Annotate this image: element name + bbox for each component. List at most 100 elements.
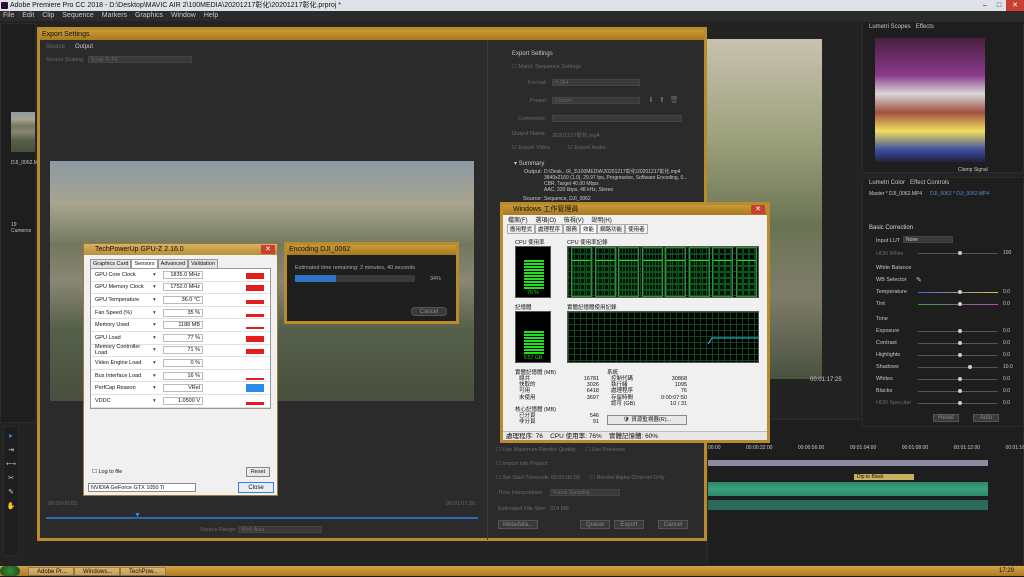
video-clip-track[interactable] xyxy=(708,460,988,466)
eyedropper-icon[interactable]: ✎ xyxy=(916,276,922,284)
sensor-dropdown-icon[interactable]: ▾ xyxy=(153,272,163,278)
whites-value[interactable]: 0.0 xyxy=(1003,376,1010,382)
output-name-link[interactable]: 20201217彰化.mp4 xyxy=(552,131,600,139)
timecode-start[interactable]: 00:00:00:03 xyxy=(48,501,77,507)
temperature-slider[interactable] xyxy=(918,290,998,294)
highlights-value[interactable]: 0.0 xyxy=(1003,352,1010,358)
close-button[interactable]: Close xyxy=(238,482,274,493)
tab-validation[interactable]: Validation xyxy=(188,259,218,268)
razor-tool-icon[interactable]: ✂ xyxy=(4,474,18,482)
export-scrubber[interactable] xyxy=(46,517,478,519)
audio-clip-track[interactable] xyxy=(708,482,988,496)
hdr-white-slider[interactable] xyxy=(918,251,998,255)
sensor-dropdown-icon[interactable]: ▾ xyxy=(153,297,163,303)
gpu-select[interactable]: NVIDIA GeForce GTX 1050 Ti xyxy=(88,483,196,492)
start-timecode-checkbox[interactable]: ☐ Set Start Timecode 00:00:00:00 xyxy=(496,475,580,481)
hdr-specular-value[interactable]: 0.0 xyxy=(1003,400,1010,406)
save-preset-icon[interactable]: ⬇ xyxy=(648,96,654,104)
tab-effect-controls[interactable]: Effect Controls xyxy=(910,180,949,186)
sensor-dropdown-icon[interactable]: ▾ xyxy=(153,360,163,366)
export-video-checkbox[interactable]: ☑ Export Video xyxy=(512,145,550,151)
tab-sensors[interactable]: Sensors xyxy=(131,259,158,268)
menu-file[interactable]: File xyxy=(3,12,14,19)
format-select[interactable]: H.264 xyxy=(552,79,640,86)
exposure-slider[interactable] xyxy=(918,329,998,333)
tab-users[interactable]: 使用者 xyxy=(625,224,648,234)
comments-input[interactable] xyxy=(552,115,682,122)
menu-markers[interactable]: Markers xyxy=(102,12,127,19)
blacks-slider[interactable] xyxy=(918,389,998,393)
menu-sequence[interactable]: Sequence xyxy=(62,12,94,19)
tab-performance[interactable]: 效能 xyxy=(580,224,598,234)
tab-effects[interactable]: Effects xyxy=(916,24,934,30)
shadows-value[interactable]: 10.0 xyxy=(1003,364,1013,370)
hdr-specular-slider[interactable] xyxy=(918,401,998,405)
tint-value[interactable]: 0.0 xyxy=(1003,301,1010,307)
auto-button[interactable]: Auto xyxy=(973,414,999,422)
pen-tool-icon[interactable]: ✎ xyxy=(4,488,18,496)
tint-slider[interactable] xyxy=(918,302,998,306)
delete-preset-icon[interactable]: 🗑 xyxy=(670,96,679,104)
queue-button[interactable]: Queue xyxy=(580,520,610,529)
menu-clip[interactable]: Clip xyxy=(42,12,54,19)
hdr-white-value[interactable]: 100 xyxy=(1003,250,1011,256)
metadata-button[interactable]: Metadata... xyxy=(498,520,538,529)
sensor-dropdown-icon[interactable]: ▾ xyxy=(153,347,163,353)
sensor-dropdown-icon[interactable]: ▾ xyxy=(153,335,163,341)
export-button[interactable]: Export xyxy=(614,520,644,529)
whites-slider[interactable] xyxy=(918,377,998,381)
start-button[interactable] xyxy=(0,566,20,576)
contrast-value[interactable]: 0.0 xyxy=(1003,340,1010,346)
tab-output[interactable]: Output xyxy=(75,44,93,50)
temperature-value[interactable]: 0.0 xyxy=(1003,289,1010,295)
sensor-dropdown-icon[interactable]: ▾ xyxy=(153,385,163,391)
tab-lumetri-color[interactable]: Lumetri Color xyxy=(869,180,905,186)
blacks-value[interactable]: 0.0 xyxy=(1003,388,1010,394)
tab-services[interactable]: 服務 xyxy=(563,224,581,234)
taskbar-item-task-manager[interactable]: Windows... xyxy=(74,567,120,576)
tab-networking[interactable]: 網路功能 xyxy=(597,224,626,234)
input-lut-select[interactable]: None xyxy=(903,236,953,243)
sensor-dropdown-icon[interactable]: ▾ xyxy=(153,284,163,290)
sensor-dropdown-icon[interactable]: ▾ xyxy=(153,310,163,316)
tab-source[interactable]: Source xyxy=(46,44,65,50)
sensor-dropdown-icon[interactable]: ▾ xyxy=(153,398,163,404)
log-to-file-checkbox[interactable]: ☐ Log to file xyxy=(92,469,122,475)
preset-select[interactable]: Custom xyxy=(552,97,640,104)
clip-thumbnail[interactable] xyxy=(11,112,35,152)
contrast-slider[interactable] xyxy=(918,341,998,345)
master-clip-label[interactable]: Master * DJI_0062.MP4 xyxy=(869,191,922,197)
tab-processes[interactable]: 處理程序 xyxy=(535,224,564,234)
sensor-dropdown-icon[interactable]: ▾ xyxy=(153,373,163,379)
timecode-end[interactable]: 00:01:07:20 xyxy=(446,501,475,507)
taskbar-item-gpuz[interactable]: TechPow... xyxy=(120,567,166,576)
use-previews-checkbox[interactable]: ☐ Use Previews xyxy=(585,447,625,453)
menu-graphics[interactable]: Graphics xyxy=(135,12,163,19)
cancel-button[interactable]: Cancel xyxy=(658,520,688,529)
time-interpolation-select[interactable]: Frame Sampling xyxy=(550,489,620,496)
match-sequence-checkbox[interactable]: ☐ Match Sequence Settings xyxy=(512,64,581,70)
tab-advanced[interactable]: Advanced xyxy=(157,259,189,268)
exposure-value[interactable]: 0.0 xyxy=(1003,328,1010,334)
cancel-encoding-button[interactable]: Cancel xyxy=(411,307,447,316)
tab-graphics-card[interactable]: Graphics Card xyxy=(90,259,132,268)
taskbar-item-premiere[interactable]: Adobe Pr... xyxy=(28,567,74,576)
menu-edit[interactable]: Edit xyxy=(22,12,34,19)
source-range-select[interactable]: Work Area xyxy=(238,526,322,533)
gpuz-close-icon[interactable]: ✕ xyxy=(261,245,275,254)
close-button[interactable]: ✕ xyxy=(1006,0,1024,11)
reset-button[interactable]: Reset xyxy=(933,414,959,422)
hand-tool-icon[interactable]: ✋ xyxy=(4,502,18,510)
tab-lumetri-scopes[interactable]: Lumetri Scopes xyxy=(869,24,911,30)
basic-correction-header[interactable]: Basic Correction xyxy=(869,225,913,231)
summary-title[interactable]: ▾ Summary xyxy=(514,160,544,167)
import-project-checkbox[interactable]: ☐ Import into Project xyxy=(496,461,547,467)
task-manager-close-icon[interactable]: ✕ xyxy=(751,205,765,214)
menu-window[interactable]: Window xyxy=(171,12,196,19)
render-alpha-checkbox[interactable]: ☐ Render Alpha Channel Only xyxy=(590,475,665,481)
ripple-edit-icon[interactable]: ⟷ xyxy=(4,460,18,468)
reset-button[interactable]: Reset xyxy=(246,467,270,477)
minimize-button[interactable]: – xyxy=(978,0,992,11)
tab-applications[interactable]: 應用程式 xyxy=(507,224,536,234)
highlights-slider[interactable] xyxy=(918,353,998,357)
